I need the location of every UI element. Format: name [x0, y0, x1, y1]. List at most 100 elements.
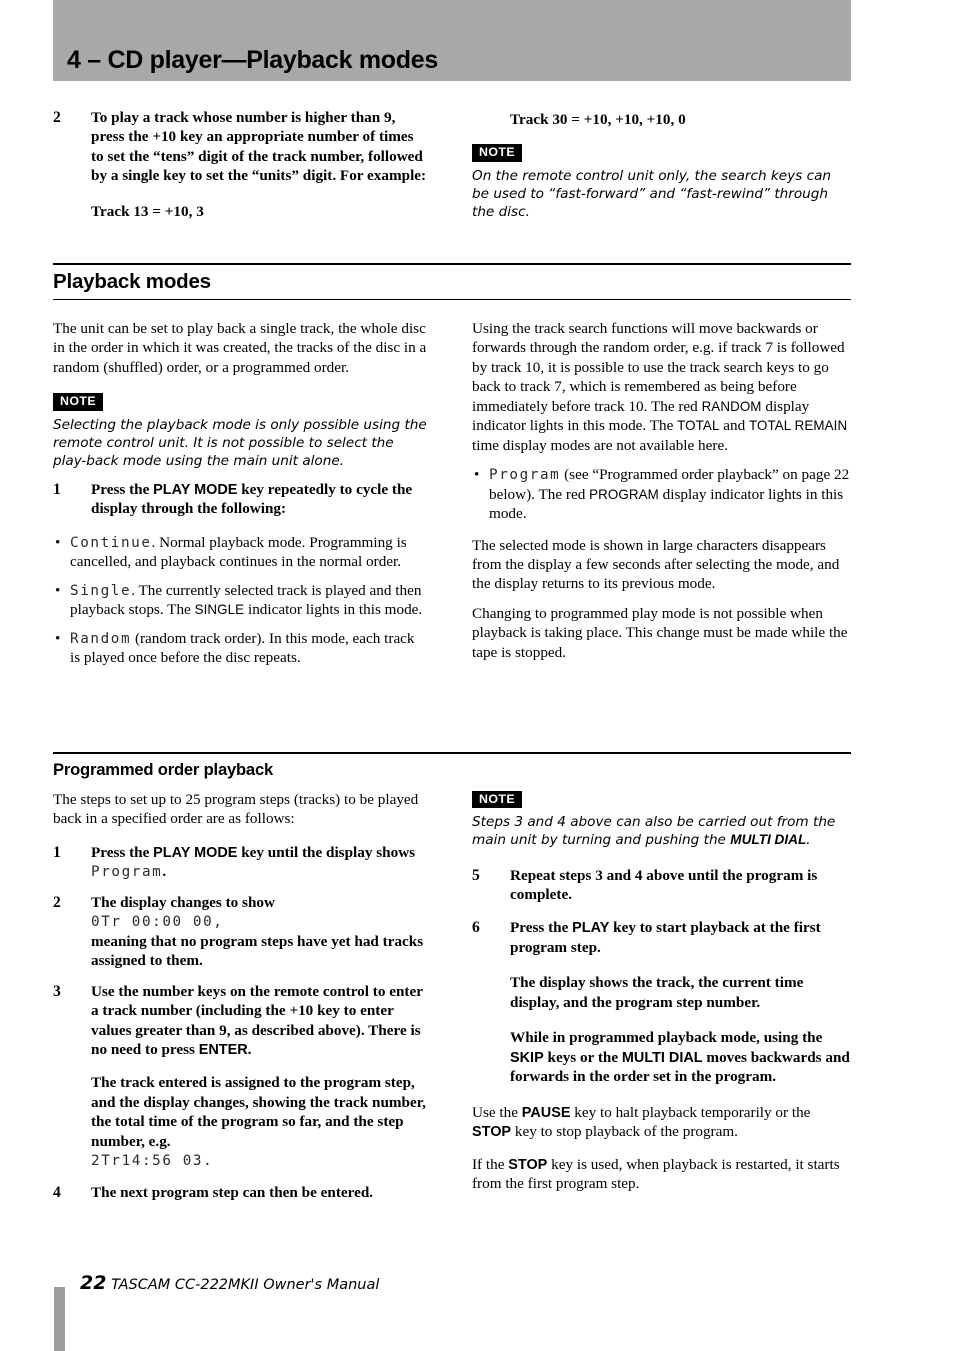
playback-modes-right-block: Using the track search functions will mo… [472, 319, 851, 672]
key-label-play-mode: PLAY MODE [153, 482, 238, 498]
manual-title: TASCAM CC-222MKII Owner's Manual [111, 1277, 380, 1293]
step-text: To play a track whose number is higher t… [91, 109, 427, 185]
step-text-pre: Use the number keys on the remote contro… [91, 982, 423, 1058]
step-text-pre: Press the [91, 481, 154, 498]
step-text: The display changes to show 0Tr 00:00 00… [91, 893, 428, 971]
note-text: Steps 3 and 4 above can also be carried … [472, 813, 851, 849]
step-item: 1 Press the PLAY MODE key until the disp… [53, 843, 428, 882]
lcd-label-continue: Continue [70, 534, 152, 551]
programmed-play-restriction-paragraph: Changing to programmed play mode is not … [472, 604, 848, 661]
pause-stop-paragraph: Use the PAUSE key to halt playback tempo… [472, 1103, 851, 1142]
programmed-order-heading-block: Programmed order playback [53, 752, 851, 788]
list-item: Random (random track order). In this mod… [53, 629, 428, 668]
page-content: 2 To play a track whose number is higher… [53, 0, 851, 1351]
key-label-stop: STOP [508, 1156, 548, 1173]
rule-above-heading [53, 263, 851, 265]
rule-below-heading [53, 299, 851, 300]
indicator-label-single: SINGLE [194, 602, 245, 618]
playback-modes-intro: The unit can be set to play back a singl… [53, 320, 427, 376]
step-text-post: . [247, 1041, 252, 1058]
step-number: 1 [53, 481, 61, 498]
step6-continuation-skip: While in programmed playback mode, using… [472, 1028, 851, 1086]
step6-continuation-display: The display shows the track, the current… [510, 974, 804, 1011]
step-text: Press the PLAY MODE key repeatedly to cy… [91, 480, 428, 519]
step-item: 5 Repeat steps 3 and 4 above until the p… [472, 866, 851, 905]
programmed-order-left-block: The steps to set up to 25 program steps … [53, 790, 428, 1213]
step-number: 6 [472, 919, 480, 937]
step-text: The next program step can then be entere… [91, 1183, 374, 1201]
programmed-order-right-block: NOTE Steps 3 and 4 above can also be car… [472, 790, 851, 1204]
lcd-label-random: Random [70, 630, 132, 647]
top-right-block: Track 30 = +10, +10, +10, 0 NOTE On the … [472, 110, 851, 231]
step-number: 3 [53, 982, 61, 1000]
key-label-enter: ENTER [198, 1042, 248, 1058]
list-item: Program (see “Programmed order playback”… [472, 465, 851, 523]
step-text-post: . [162, 863, 167, 881]
lcd-display-empty-program: 0Tr 00:00 00, [91, 914, 224, 931]
key-label-multi-dial: MULTI DIAL [621, 1049, 703, 1066]
lcd-label-program: Program [91, 864, 163, 881]
key-label-multi-dial: MULTI DIAL [730, 832, 807, 848]
step-item: 4 The next program step can then be ente… [53, 1183, 428, 1202]
step-item: 2 The display changes to show 0Tr 00:00 … [53, 893, 428, 971]
step-text-line1: The display changes to show [91, 893, 275, 911]
step3-continuation: The track entered is assigned to the pro… [53, 1073, 428, 1170]
lcd-display-program-step: 2Tr14:56 03. [91, 1153, 214, 1170]
top-left-block: 2 To play a track whose number is higher… [53, 108, 428, 232]
indicator-label-total: TOTAL [677, 418, 720, 434]
step-number: 5 [472, 866, 480, 884]
lcd-label-program: Program [489, 467, 561, 484]
paragraph-segment: While in programmed playback mode, using… [510, 1029, 823, 1047]
track-example-right: Track 30 = +10, +10, +10, 0 [510, 111, 686, 128]
note-badge: NOTE [53, 393, 104, 411]
paragraph-segment: Use the [472, 1103, 522, 1121]
note-text-post: . [806, 832, 811, 849]
indicator-label-total-remain: TOTAL REMAIN [749, 418, 848, 434]
section-heading-playback-modes: Playback modes [53, 270, 211, 293]
step-number: 2 [53, 893, 61, 911]
paragraph-segment: key to halt playback temporarily or the [570, 1103, 811, 1121]
step-text: Press the PLAY MODE key until the displa… [91, 843, 428, 882]
indicator-label-program: PROGRAM [589, 486, 659, 502]
step-item: 6 Press the PLAY key to start playback a… [472, 918, 851, 957]
paragraph-segment: key to stop playback of the program. [511, 1123, 738, 1141]
programmed-order-intro: The steps to set up to 25 program steps … [53, 791, 419, 828]
footer-accent-bar [54, 1287, 65, 1351]
paragraph-segment: and [719, 417, 750, 435]
track-example-left: Track 13 = +10, 3 [91, 202, 204, 220]
key-label-stop: STOP [472, 1124, 512, 1141]
step-text-pre: Press the [510, 919, 573, 937]
playback-modes-heading-block: Playback modes [53, 263, 851, 300]
key-label-skip: SKIP [510, 1049, 544, 1066]
step-number: 2 [53, 109, 61, 126]
note-badge: NOTE [472, 144, 523, 162]
footer: 22 TASCAM CC-222MKII Owner's Manual [80, 1272, 379, 1294]
note-badge: NOTE [472, 791, 523, 809]
playback-modes-left-block: The unit can be set to play back a singl… [53, 319, 428, 671]
lcd-label-single: Single [70, 582, 132, 599]
paragraph-segment: If the [472, 1155, 509, 1173]
key-label-play: PLAY [572, 920, 610, 937]
list-item-text-post: indicator lights in this mode. [244, 601, 423, 619]
step-number: 4 [53, 1183, 61, 1201]
rule-above-subheading [53, 752, 851, 754]
page-number: 22 [80, 1272, 107, 1294]
list-item: Single. The currently selected track is … [53, 581, 428, 620]
key-label-play-mode: PLAY MODE [153, 844, 238, 861]
step-item: 2 To play a track whose number is higher… [53, 108, 428, 186]
step3-continuation-text: The track entered is assigned to the pro… [91, 1074, 426, 1150]
step-text-line2: meaning that no program steps have yet h… [91, 932, 424, 970]
stop-restart-paragraph: If the STOP key is used, when playback i… [472, 1155, 851, 1194]
section-heading-programmed-order: Programmed order playback [53, 760, 274, 779]
step-item: 1 Press the PLAY MODE key repeatedly to … [53, 480, 428, 519]
random-search-paragraph: Using the track search functions will mo… [472, 319, 851, 455]
step-text-pre: Press the [91, 843, 154, 861]
paragraph-segment: time display modes are not available her… [472, 436, 728, 454]
key-label-pause: PAUSE [521, 1104, 571, 1121]
indicator-label-random: RANDOM [701, 398, 762, 414]
step-number: 1 [53, 843, 61, 861]
step-text: Press the PLAY key to start playback at … [510, 918, 851, 957]
step-text: Use the number keys on the remote contro… [91, 982, 428, 1060]
note-text: Selecting the playback mode is only poss… [53, 416, 427, 469]
list-item: Continue. Normal playback mode. Programm… [53, 533, 428, 572]
